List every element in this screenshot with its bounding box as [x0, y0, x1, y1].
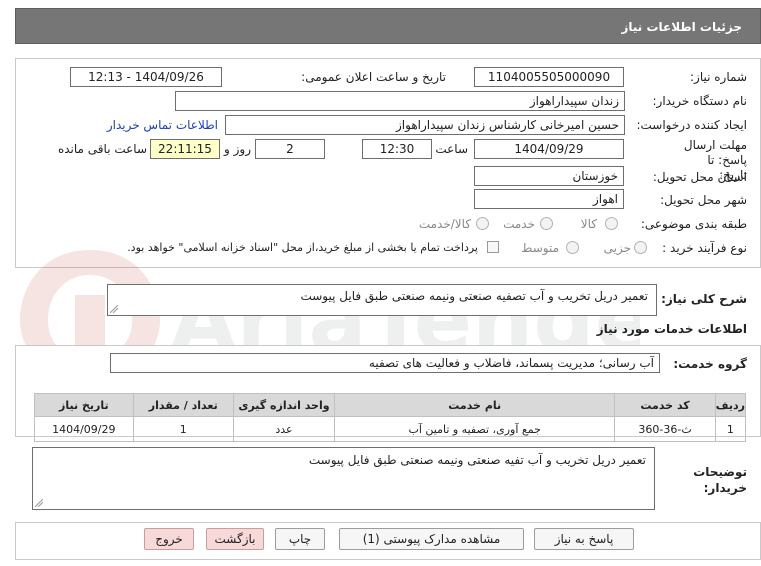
services-section-title: اطلاعات خدمات مورد نیاز	[596, 322, 747, 336]
buyer-org-field[interactable]: زندان سپیداراهواز	[175, 91, 625, 111]
category-goods-radio[interactable]	[605, 217, 618, 230]
deadline-date-field[interactable]: 1404/09/29	[474, 139, 624, 159]
cell-row: 1	[714, 416, 747, 442]
cell-unit: عدد	[232, 416, 336, 442]
city-label: شهر محل تحویل:	[660, 193, 747, 207]
service-group-field[interactable]: آب رسانی؛ مدیریت پسماند، فاضلاب و فعالیت…	[110, 353, 660, 373]
province-field[interactable]: خوزستان	[474, 166, 624, 186]
cell-name: جمع آوری، تصفیه و تامین آب	[334, 416, 616, 442]
requester-field[interactable]: حسین امیرخانی کارشناس زندان سپیداراهواز	[225, 115, 625, 135]
cell-code: ث-36-360	[614, 416, 716, 442]
category-goods-label: کالا	[580, 217, 597, 231]
page-title: جزئیات اطلاعات نیاز	[621, 20, 742, 34]
remaining-time-label: ساعت باقی مانده	[57, 142, 147, 156]
category-label: طبقه بندی موضوعی:	[640, 217, 747, 231]
summary-text: تعمیر دریل تخریب و آب تصفیه صنعتی ونیمه …	[300, 289, 648, 303]
city-field[interactable]: اهواز	[474, 189, 624, 209]
exit-button[interactable]: خروج	[144, 528, 194, 550]
buyer-notes-textarea[interactable]: تعمیر دریل تخریب و آب تفیه صنعتی ونیمه ص…	[32, 447, 655, 510]
need-number-label: شماره نیاز:	[690, 70, 747, 84]
need-number-field[interactable]: 1104005505000090	[474, 67, 624, 87]
services-table: ردیف کد خدمت نام خدمت واحد اندازه گیری ت…	[34, 393, 747, 442]
col-date: تاریخ نیاز	[34, 393, 134, 417]
deadline-days-label: روز و	[224, 142, 251, 156]
summary-textarea[interactable]: تعمیر دریل تخریب و آب تصفیه صنعتی ونیمه …	[107, 284, 657, 316]
process-medium-radio[interactable]	[566, 241, 579, 254]
col-name: نام خدمت	[334, 393, 616, 417]
reply-button[interactable]: پاسخ به نیاز	[534, 528, 634, 550]
buyer-notes-text: تعمیر دریل تخریب و آب تفیه صنعتی ونیمه ص…	[308, 453, 646, 467]
requester-label: ایجاد کننده درخواست:	[636, 118, 747, 132]
category-goods-service-label: کالا/خدمت	[418, 217, 471, 231]
deadline-time-field[interactable]: 12:30	[362, 139, 432, 159]
cell-date: 1404/09/29	[34, 416, 134, 442]
col-code: کد خدمت	[614, 393, 716, 417]
category-service-label: خدمت	[503, 217, 535, 231]
process-type-label: نوع فرآیند خرید :	[662, 241, 747, 255]
category-goods-service-radio[interactable]	[476, 217, 489, 230]
deadline-time-label: ساعت	[435, 142, 468, 156]
need-info-panel	[15, 58, 761, 268]
table-row: 1 ث-36-360 جمع آوری، تصفیه و تامین آب عد…	[34, 416, 747, 442]
cell-qty: 1	[132, 416, 234, 442]
buyer-org-label: نام دستگاه خریدار:	[652, 94, 748, 108]
buyer-contact-link[interactable]: اطلاعات تماس خریدار	[107, 118, 218, 132]
category-service-radio[interactable]	[540, 217, 553, 230]
attachments-button[interactable]: مشاهده مدارک پیوستی (1)	[339, 528, 524, 550]
print-button[interactable]: چاپ	[275, 528, 325, 550]
col-unit: واحد اندازه گیری	[232, 393, 336, 417]
process-minor-radio[interactable]	[634, 241, 647, 254]
announce-datetime-field[interactable]: 1404/09/26 - 12:13	[70, 67, 222, 87]
col-row: ردیف	[714, 393, 747, 417]
province-label: استان محل تحویل:	[652, 170, 747, 184]
resize-grip-icon[interactable]	[110, 305, 118, 313]
back-button[interactable]: بازگشت	[206, 528, 264, 550]
service-group-label: گروه خدمت:	[673, 357, 747, 371]
buyer-notes-label: توضیحات خریدار:	[693, 465, 747, 495]
treasury-payment-checkbox[interactable]	[487, 241, 499, 253]
page-header: جزئیات اطلاعات نیاز	[15, 8, 761, 44]
remaining-time-field: 22:11:15	[150, 139, 220, 159]
summary-label: شرح کلی نیاز:	[661, 292, 747, 306]
deadline-days-field[interactable]: 2	[255, 139, 325, 159]
treasury-payment-note: پرداخت تمام یا بخشی از مبلغ خرید،از محل …	[127, 241, 478, 254]
process-minor-label: جزیی	[603, 241, 631, 255]
announce-datetime-label: تاریخ و ساعت اعلان عمومی:	[301, 70, 446, 84]
col-qty: تعداد / مقدار	[132, 393, 234, 417]
resize-grip-icon[interactable]	[35, 499, 43, 507]
services-table-header: ردیف کد خدمت نام خدمت واحد اندازه گیری ت…	[34, 393, 747, 417]
process-medium-label: متوسط	[521, 241, 559, 255]
